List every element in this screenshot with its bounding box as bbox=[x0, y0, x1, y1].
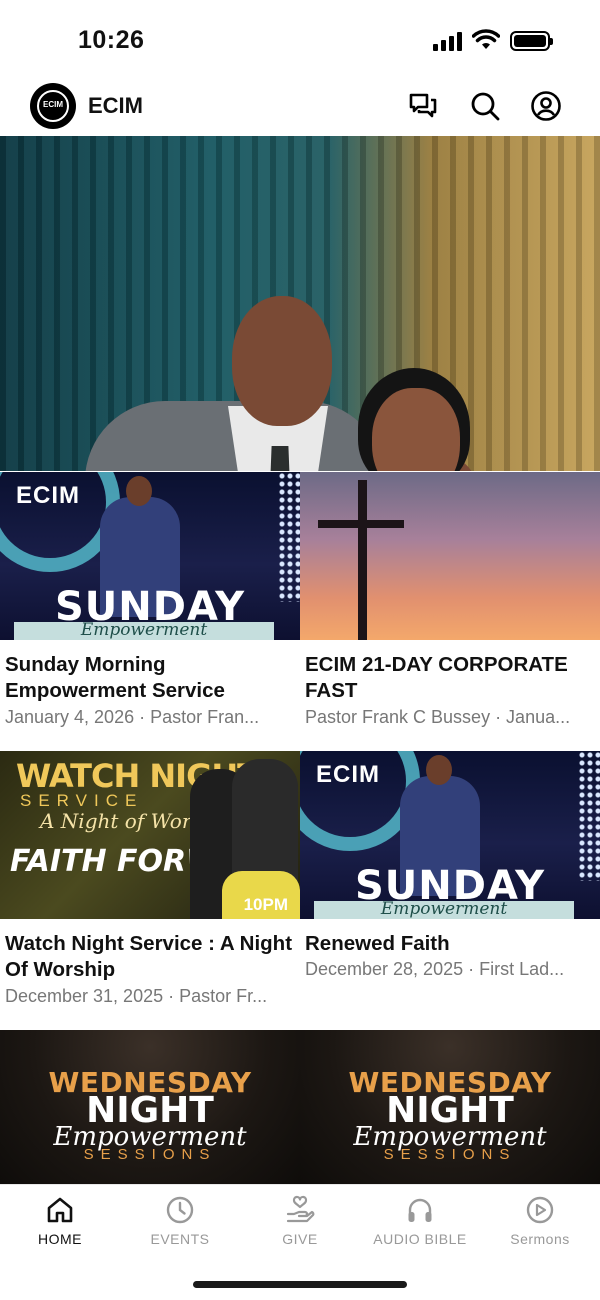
thumb-brand: ECIM bbox=[16, 482, 80, 509]
sermon-thumbnail: WEDNESDAY NIGHT Empowerment SESSIONS bbox=[300, 1030, 600, 1184]
sermon-title: Renewed Faith bbox=[305, 932, 450, 955]
play-circle-icon bbox=[526, 1196, 554, 1224]
headphones-icon bbox=[408, 1198, 432, 1222]
profile-icon[interactable] bbox=[530, 90, 562, 122]
tab-label: GIVE bbox=[282, 1231, 318, 1247]
status-time: 10:26 bbox=[78, 26, 145, 54]
status-bar: 10:26 bbox=[0, 0, 600, 72]
sermon-card[interactable]: WATCH NIGHT SERVICE A Night of Worship F… bbox=[0, 751, 300, 1031]
tab-label: AUDIO BIBLE bbox=[373, 1231, 467, 1247]
tab-label: Sermons bbox=[510, 1231, 570, 1247]
tab-events[interactable]: EVENTS bbox=[120, 1195, 240, 1247]
tab-home[interactable]: HOME bbox=[0, 1195, 120, 1247]
tab-audio-bible[interactable]: AUDIO BIBLE bbox=[360, 1195, 480, 1247]
thumb-script: Empowerment bbox=[380, 899, 508, 919]
chat-icon[interactable] bbox=[407, 90, 439, 122]
tab-label: EVENTS bbox=[150, 1231, 210, 1247]
sermon-thumbnail bbox=[300, 472, 600, 640]
tab-label: HOME bbox=[38, 1231, 82, 1247]
sermon-title: ECIM 21-DAY CORPORATE FAST bbox=[305, 653, 568, 702]
sermon-thumbnail: ECIM SUNDAY Empowerment bbox=[300, 751, 600, 919]
sermon-thumbnail: WEDNESDAY NIGHT Empowerment SESSIONS bbox=[0, 1030, 300, 1184]
sermon-card[interactable]: ECIM SUNDAY Empowerment Sunday Morning E… bbox=[0, 472, 300, 752]
wifi-icon bbox=[472, 29, 500, 49]
sermon-card[interactable]: ECIM SUNDAY Empowerment Renewed Faith De… bbox=[300, 751, 600, 1031]
tab-give[interactable]: GIVE bbox=[240, 1195, 360, 1247]
search-icon[interactable] bbox=[469, 90, 501, 122]
home-icon bbox=[47, 1197, 73, 1223]
ecim-logo[interactable]: ECIM bbox=[30, 83, 76, 129]
sermon-title: Watch Night Service : A Night Of Worship bbox=[5, 932, 293, 981]
app-title: ECIM bbox=[88, 93, 143, 118]
sermon-meta: Pastor Frank C Bussey · Janua... bbox=[305, 707, 571, 727]
thumb-script: Empowerment bbox=[80, 620, 208, 640]
tab-sermons[interactable]: Sermons bbox=[480, 1195, 600, 1247]
app-header: ECIM ECIM bbox=[0, 78, 600, 134]
sermon-card[interactable]: ECIM 21-DAY CORPORATE FAST Pastor Frank … bbox=[300, 472, 600, 752]
thumb-line: SESSIONS bbox=[83, 1146, 217, 1163]
sermon-meta: January 4, 2026 · Pastor Fran... bbox=[5, 707, 260, 727]
sermon-thumbnail: WATCH NIGHT SERVICE A Night of Worship F… bbox=[0, 751, 300, 919]
sermon-title: Sunday Morning Empowerment Service bbox=[5, 653, 225, 702]
battery-icon bbox=[510, 31, 553, 51]
thumb-brand: ECIM bbox=[316, 761, 380, 788]
hero-banner-image[interactable] bbox=[0, 136, 600, 471]
thumb-time: 10PM bbox=[243, 895, 288, 914]
sermon-thumbnail: ECIM SUNDAY Empowerment bbox=[0, 472, 300, 640]
give-hand-icon bbox=[286, 1195, 315, 1223]
sermon-meta: December 28, 2025 · First Lad... bbox=[305, 959, 565, 979]
clock-icon bbox=[166, 1196, 194, 1224]
sermon-meta: December 31, 2025 · Pastor Fr... bbox=[5, 986, 268, 1006]
sermon-card[interactable]: WEDNESDAY NIGHT Empowerment SESSIONS bbox=[0, 1030, 300, 1184]
sermon-card[interactable]: WEDNESDAY NIGHT Empowerment SESSIONS bbox=[300, 1030, 600, 1184]
status-icons bbox=[433, 29, 553, 51]
cellular-signal-icon bbox=[433, 31, 462, 51]
thumb-line: SERVICE bbox=[20, 791, 144, 810]
home-indicator bbox=[193, 1281, 407, 1288]
logo-text: ECIM bbox=[43, 100, 63, 109]
thumb-line: SESSIONS bbox=[383, 1146, 517, 1163]
